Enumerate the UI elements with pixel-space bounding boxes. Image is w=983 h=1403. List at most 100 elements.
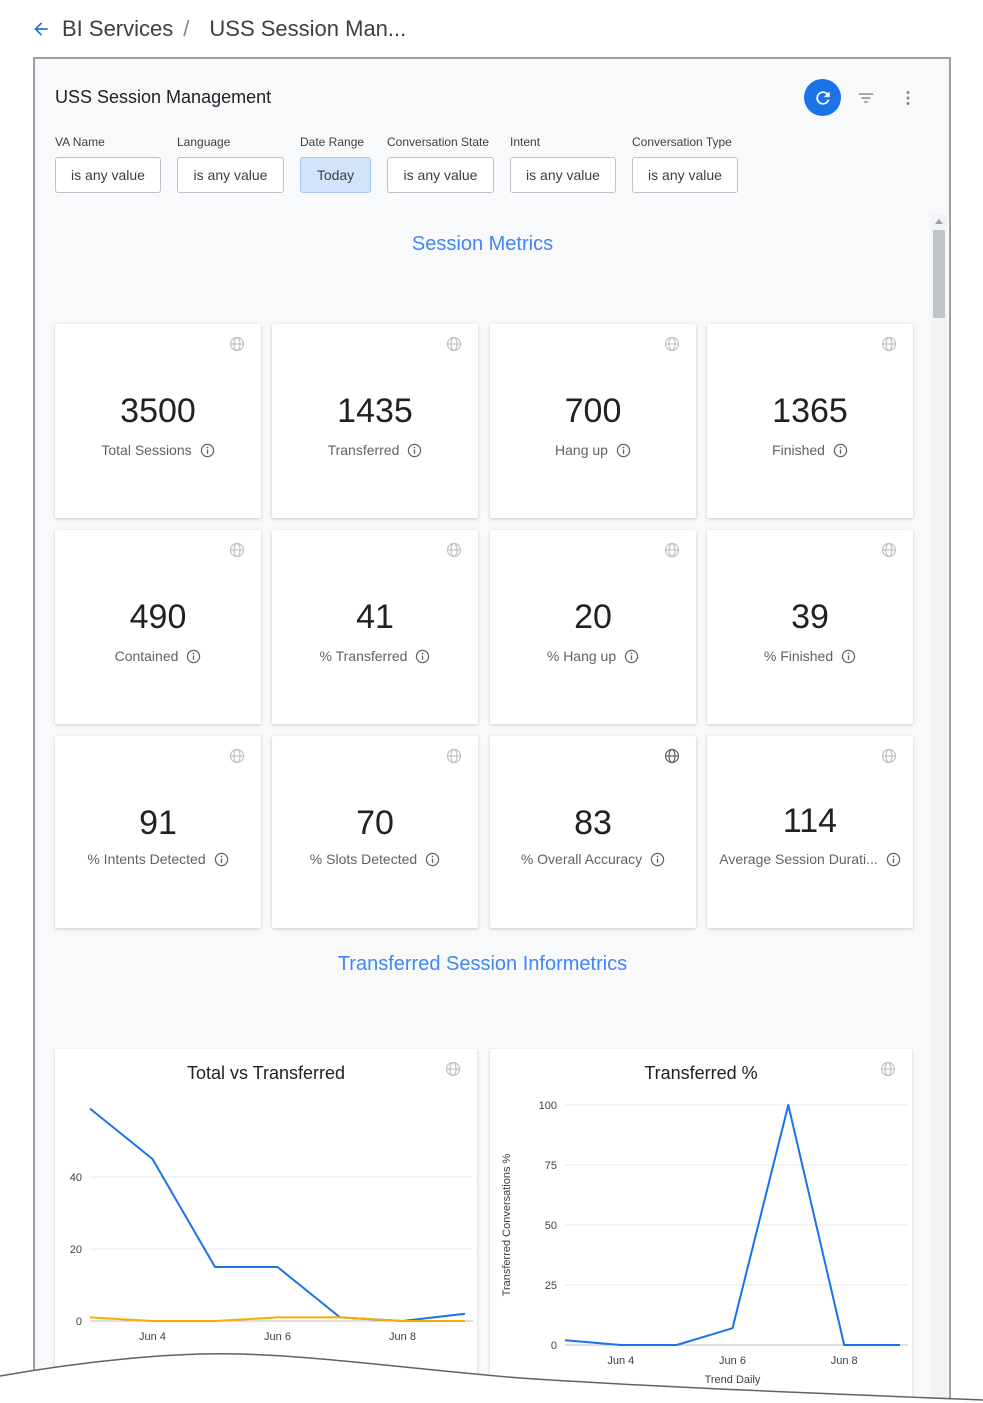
info-icon[interactable] [833,443,848,458]
metric-label: Finished [707,442,913,458]
info-icon[interactable] [415,649,430,664]
filter-label: Date Range [300,135,365,149]
info-icon[interactable] [650,852,665,867]
filter-conversation-state-button[interactable]: is any value [387,157,494,193]
metric-card-percent-hang-up[interactable]: 20 % Hang up [490,530,696,724]
metric-card-average-session-duration[interactable]: 114 Average Session Durati... [707,736,913,928]
metric-card-hang-up[interactable]: 700 Hang up [490,324,696,518]
metric-label: % Transferred [272,648,478,664]
metric-card-percent-transferred[interactable]: 41 % Transferred [272,530,478,724]
metric-card-overall-accuracy[interactable]: 83 % Overall Accuracy [490,736,696,928]
metric-label-text: % Finished [763,648,834,664]
top-bar: BI Services / USS Session Man... [0,0,983,58]
metric-label: Hang up [490,442,696,458]
metric-card-transferred[interactable]: 1435 Transferred [272,324,478,518]
filter-conversation-type-button[interactable]: is any value [632,157,738,193]
series-line-0 [89,1107,466,1322]
y-tick-label: 40 [70,1172,82,1184]
series-line-1 [89,1316,465,1322]
metric-card-slots-detected[interactable]: 70 % Slots Detected [272,736,478,928]
info-icon[interactable] [200,443,215,458]
torn-edge-decoration [0,1353,983,1403]
metric-card-percent-finished[interactable]: 39 % Finished [707,530,913,724]
metric-label: % Slots Detected [272,851,478,867]
filter-intent-button[interactable]: is any value [510,157,616,193]
info-icon[interactable] [624,649,639,664]
metric-label-text: Finished [772,442,825,458]
metric-label: Average Session Durati... [707,851,913,867]
refresh-button[interactable] [804,79,841,116]
section-title-transferred: Transferred Session Informetrics [337,953,628,975]
info-icon[interactable] [616,443,631,458]
metric-label-text: % Overall Accuracy [520,851,643,867]
filter-date-range-button[interactable]: Today [300,157,371,193]
globe-icon [446,336,462,352]
metric-card-total-sessions[interactable]: 3500 Total Sessions [55,324,261,518]
metric-label-text: Contained [114,648,179,664]
filter-language: Language is any value [177,135,284,193]
info-icon[interactable] [214,852,229,867]
y-tick-label: 50 [545,1220,557,1232]
metric-card-finished[interactable]: 1365 Finished [707,324,913,518]
metric-value: 70 [356,804,394,842]
metric-label-text: Total Sessions [101,442,192,458]
info-icon[interactable] [425,852,440,867]
section-title-metrics: Session Metrics [411,233,554,255]
metric-label: Transferred [272,442,478,458]
globe-icon [446,748,462,764]
metric-label-text: % Transferred [319,648,408,664]
breadcrumb-separator: / [183,16,190,41]
scrollbar-thumb[interactable] [933,230,945,318]
metric-label: % Hang up [490,648,696,664]
metric-card-intents-detected[interactable]: 91 % Intents Detected [55,736,261,928]
globe-icon [881,336,897,352]
metric-label-text: % Hang up [546,648,617,664]
metric-label: % Finished [707,648,913,664]
metric-label-text: Average Session Durati... [719,851,878,867]
globe-icon [664,542,680,558]
filter-language-button[interactable]: is any value [177,157,284,193]
globe-icon [664,748,680,764]
filter-va-name-button[interactable]: is any value [55,157,161,193]
globe-icon [446,542,462,558]
metric-label-text: % Slots Detected [309,851,418,867]
globe-icon [229,542,245,558]
globe-icon [881,542,897,558]
globe-icon [881,748,897,764]
metric-value: 83 [574,804,612,842]
y-tick-label: 100 [539,1100,557,1112]
metric-value: 490 [129,598,187,636]
arrow-left-icon[interactable] [30,18,52,40]
y-axis-label: Transferred Conversations % [501,1153,513,1296]
y-tick-label: 20 [70,1244,82,1256]
scroll-up-icon[interactable] [931,214,947,228]
filter-icon[interactable] [855,87,877,109]
metric-value: 3500 [120,392,196,430]
info-icon[interactable] [886,852,901,867]
filter-label: Intent [510,135,541,149]
metric-value: 91 [139,804,177,842]
metric-label-text: Hang up [555,442,608,458]
metric-label-text: % Intents Detected [87,851,206,867]
metric-value: 41 [356,598,394,636]
info-icon[interactable] [841,649,856,664]
info-icon[interactable] [186,649,201,664]
metric-card-contained[interactable]: 490 Contained [55,530,261,724]
refresh-icon [815,90,830,105]
filter-date-range: Date Range Today [300,135,371,193]
filter-label: Conversation State [387,135,490,149]
dashboard-frame: USS Session Management VA Name is any va… [33,57,951,1403]
dashboard-title: USS Session Management [55,87,272,107]
filter-label: Language [177,135,231,149]
y-tick-label: 25 [545,1280,557,1292]
metric-label: % Overall Accuracy [490,851,696,867]
more-vert-icon[interactable] [897,87,919,109]
filter-conversation-type: Conversation Type is any value [632,135,738,193]
globe-icon [229,336,245,352]
metric-label: % Intents Detected [55,851,261,867]
breadcrumb-parent[interactable]: BI Services [62,16,173,42]
scrollbar[interactable] [931,214,947,1401]
metric-value: 700 [564,392,622,430]
breadcrumb-current: USS Session Man... [209,16,407,41]
info-icon[interactable] [407,443,422,458]
